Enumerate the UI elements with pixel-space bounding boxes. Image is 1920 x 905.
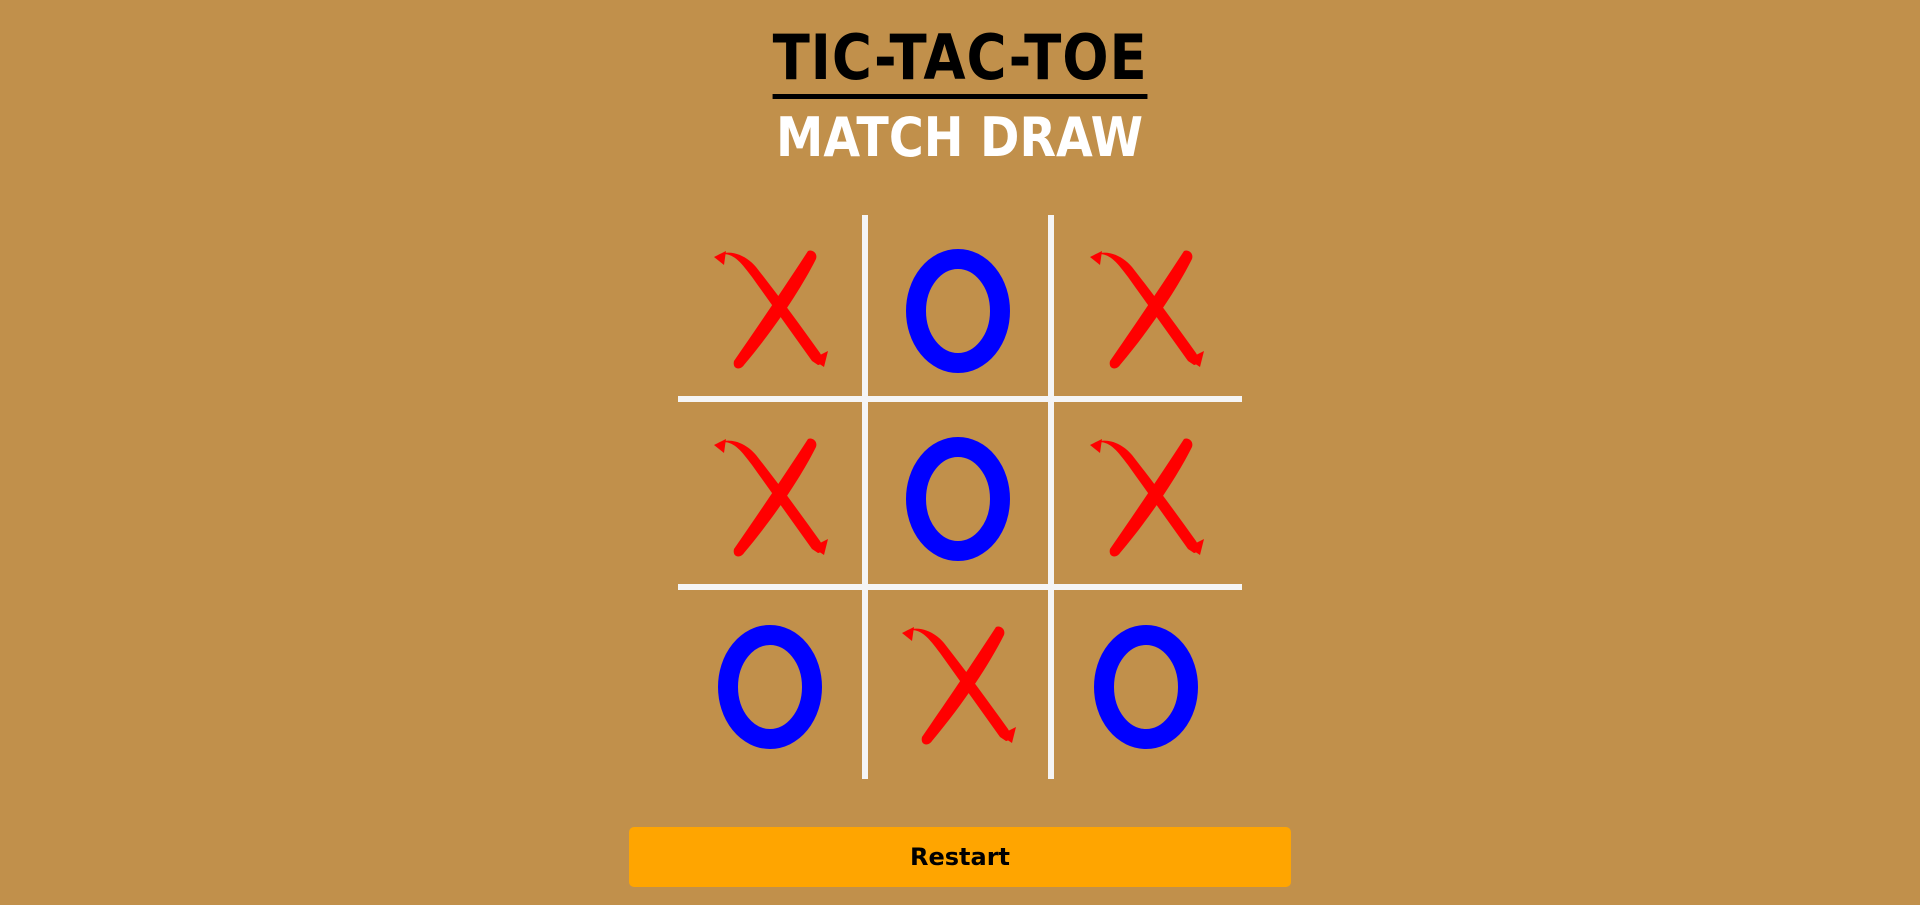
o-mark-icon [906, 437, 1010, 561]
game-board [678, 215, 1242, 779]
board-cell-8[interactable] [866, 591, 1054, 779]
restart-button[interactable]: Restart [629, 827, 1291, 887]
x-mark-icon [902, 626, 1016, 745]
board-cell-7[interactable] [678, 591, 866, 779]
game-title-text: TIC-TAC-TOE [772, 22, 1148, 99]
grid-line-vertical-2 [1048, 215, 1054, 779]
x-mark-icon [714, 250, 828, 369]
board-cell-5[interactable] [866, 403, 1054, 591]
board-cell-4[interactable] [678, 403, 866, 591]
x-mark-icon [1090, 438, 1204, 557]
grid-line-horizontal-2 [678, 584, 1242, 590]
game-status: MATCH DRAW [0, 106, 1920, 170]
board-cell-3[interactable] [1054, 215, 1242, 403]
o-mark-icon [718, 625, 822, 749]
board-cell-6[interactable] [1054, 403, 1242, 591]
board-cell-9[interactable] [1054, 591, 1242, 779]
game-page: TIC-TAC-TOE MATCH DRAW Restart [0, 0, 1920, 905]
x-mark-icon [1090, 250, 1204, 369]
o-mark-icon [906, 249, 1010, 373]
game-status-text: MATCH DRAW [776, 106, 1144, 169]
x-mark-icon [714, 438, 828, 557]
o-mark-icon [1094, 625, 1198, 749]
board-cell-1[interactable] [678, 215, 866, 403]
grid-line-horizontal-1 [678, 396, 1242, 402]
game-title: TIC-TAC-TOE [0, 22, 1920, 99]
grid-line-vertical-1 [862, 215, 868, 779]
board-cell-2[interactable] [866, 215, 1054, 403]
